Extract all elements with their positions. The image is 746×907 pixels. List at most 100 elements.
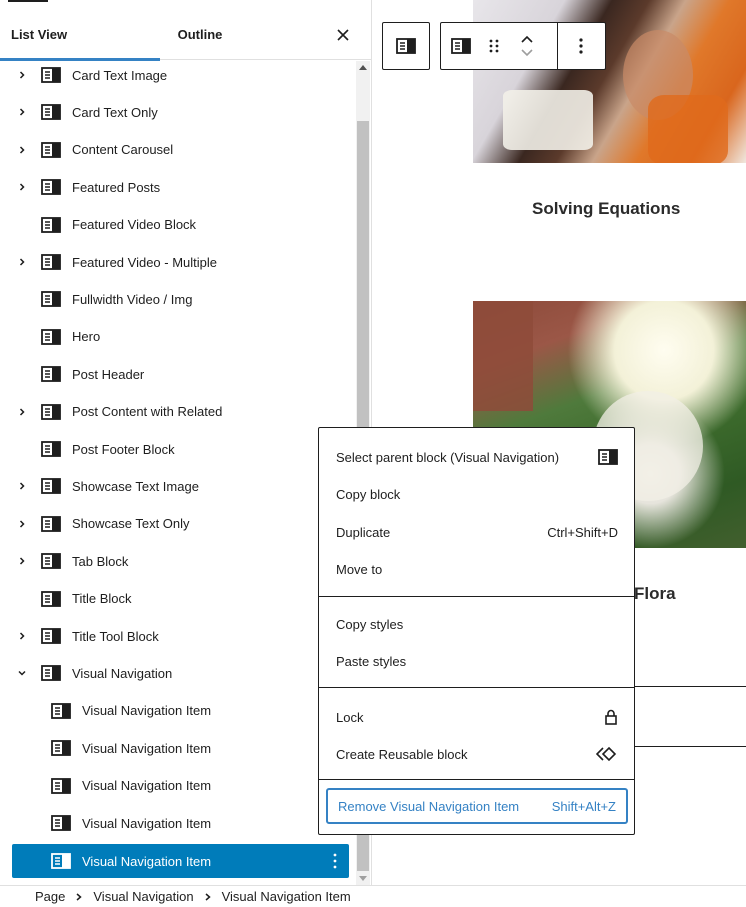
close-panel-button[interactable]	[330, 22, 356, 48]
menu-item[interactable]: Copy block	[326, 476, 628, 512]
chevron-right-icon[interactable]	[18, 408, 26, 416]
menu-item-label: Duplicate	[336, 524, 391, 540]
chevron-right-icon[interactable]	[18, 146, 26, 154]
drag-handle-icon	[489, 39, 499, 53]
menu-separator	[319, 779, 634, 780]
divider	[634, 686, 746, 687]
expander[interactable]	[12, 408, 32, 416]
block-icon	[598, 449, 618, 465]
chevron-right-icon[interactable]	[18, 258, 26, 266]
list-view-item[interactable]: Visual Navigation Item	[12, 806, 349, 840]
list-view-item[interactable]: Fullwidth Video / Img	[12, 282, 349, 316]
chevron-right-icon[interactable]	[18, 108, 26, 116]
menu-item-label: Lock	[336, 709, 364, 725]
list-view-panel: List View Outline Card Text Image Card Te…	[0, 0, 372, 885]
expander[interactable]	[12, 71, 32, 79]
menu-item[interactable]: Paste styles	[326, 643, 628, 679]
menu-item[interactable]: Select parent block (Visual Navigation)	[326, 439, 628, 475]
list-view-item[interactable]: Title Block	[12, 582, 349, 616]
block-options-button[interactable]	[558, 23, 605, 69]
chevron-right-icon	[205, 892, 211, 901]
list-view-item[interactable]: Content Carousel	[12, 133, 349, 167]
expander[interactable]	[12, 482, 32, 490]
block-icon-wrap	[40, 291, 62, 308]
expander[interactable]	[12, 258, 32, 266]
expander[interactable]	[12, 632, 32, 640]
list-view-item[interactable]: Showcase Text Only	[12, 507, 349, 541]
chevron-right-icon[interactable]	[18, 632, 26, 640]
block-icon	[41, 67, 61, 83]
list-view-item[interactable]: Visual Navigation Item	[12, 694, 349, 728]
breadcrumb-item[interactable]: Page	[35, 889, 65, 904]
expander[interactable]	[12, 183, 32, 191]
list-view-item-label: Tab Block	[72, 553, 129, 569]
block-type-button[interactable]	[441, 23, 480, 69]
block-icon-wrap	[40, 366, 62, 383]
chevron-down-icon[interactable]	[521, 49, 533, 57]
scroll-up-arrow[interactable]	[359, 65, 367, 70]
list-view-item-selected[interactable]: Visual Navigation Item	[12, 844, 349, 879]
block-icon	[41, 291, 61, 308]
select-parent-button[interactable]	[386, 23, 426, 69]
expander[interactable]	[12, 520, 32, 528]
list-view-item[interactable]: Showcase Text Image	[12, 469, 349, 503]
more-vertical-icon[interactable]	[333, 853, 337, 869]
list-view-item[interactable]: Post Content with Related	[12, 395, 349, 429]
menu-item[interactable]: Move to	[326, 551, 628, 587]
divider	[634, 746, 746, 747]
chevron-right-icon[interactable]	[18, 183, 26, 191]
parent-block-toolbar	[382, 22, 430, 70]
block-toolbar	[440, 22, 606, 70]
list-view-item[interactable]: Visual Navigation	[12, 656, 349, 690]
list-view-item[interactable]: Post Header	[12, 357, 349, 391]
block-icon	[51, 853, 71, 870]
chevron-right-icon[interactable]	[18, 520, 26, 528]
expander[interactable]	[12, 557, 32, 565]
list-view-item-label: Showcase Text Image	[72, 478, 199, 494]
chevron-right-icon[interactable]	[18, 71, 26, 79]
list-view-item[interactable]: Visual Navigation Item	[12, 769, 349, 803]
close-icon	[337, 29, 349, 41]
chevron-right-icon[interactable]	[18, 557, 26, 565]
reusable-icon	[596, 746, 617, 762]
tab-list-view[interactable]: List View	[0, 8, 160, 61]
list-view-item[interactable]: Featured Posts	[12, 170, 349, 204]
list-view-item-label: Featured Video Block	[72, 217, 197, 233]
menu-item[interactable]: Create Reusable block	[326, 736, 628, 772]
list-view-item[interactable]: Featured Video Block	[12, 208, 349, 242]
expander[interactable]	[12, 669, 32, 677]
menu-item[interactable]: Lock	[326, 699, 628, 735]
chevron-right-icon[interactable]	[18, 482, 26, 490]
list-view-item[interactable]: Post Footer Block	[12, 432, 349, 466]
list-view-item[interactable]: Hero	[12, 320, 349, 354]
menu-item[interactable]: Duplicate Ctrl+Shift+D	[326, 514, 628, 550]
remove-block-menu-item[interactable]: Remove Visual Navigation Item Shift+Alt+Z	[326, 788, 628, 824]
list-view-item-label: Title Tool Block	[72, 628, 159, 644]
chevron-up-icon[interactable]	[521, 35, 533, 43]
expander[interactable]	[12, 146, 32, 154]
scroll-down-arrow[interactable]	[359, 876, 367, 881]
block-icon	[41, 515, 61, 532]
tab-outline[interactable]: Outline	[160, 8, 240, 60]
list-view-item[interactable]: Card Text Only	[12, 95, 349, 129]
list-view-item[interactable]: Card Text Image	[12, 61, 349, 92]
drag-handle[interactable]	[480, 23, 507, 69]
block-icon-wrap	[40, 590, 62, 607]
menu-item-shortcut: Shift+Alt+Z	[551, 798, 616, 814]
list-view-item[interactable]: Title Tool Block	[12, 619, 349, 653]
list-view-item[interactable]: Visual Navigation Item	[12, 731, 349, 765]
breadcrumb-item[interactable]: Visual Navigation	[93, 889, 193, 904]
menu-item-label: Copy styles	[336, 616, 404, 632]
expander[interactable]	[12, 108, 32, 116]
list-view-item[interactable]: Tab Block	[12, 544, 349, 578]
list-view-item[interactable]: Featured Video - Multiple	[12, 245, 349, 279]
list-view-item-label: Post Header	[72, 366, 145, 382]
block-icon-wrap	[40, 515, 62, 532]
block-icon	[41, 328, 61, 345]
breadcrumb-item[interactable]: Visual Navigation Item	[222, 889, 351, 904]
block-icon-wrap	[40, 478, 62, 495]
chevron-down-icon[interactable]	[18, 669, 26, 677]
list-view-item-label: Hero	[72, 329, 101, 345]
block-icon-wrap	[50, 853, 72, 870]
menu-item[interactable]: Copy styles	[326, 606, 628, 642]
